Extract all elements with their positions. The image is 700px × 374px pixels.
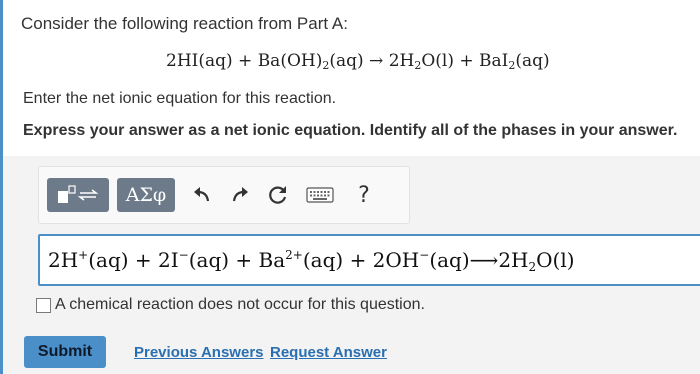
instruction-text: Enter the net ionic equation for this re… [23,90,337,107]
undo-button[interactable] [183,178,221,212]
express-instruction: Express your answer as a net ionic equat… [23,122,678,139]
template-button[interactable] [47,178,109,212]
equation-toolbar: ΑΣφ ? [38,166,410,224]
undo-icon [194,187,210,202]
no-reaction-option[interactable]: A chemical reaction does not occur for t… [36,296,425,314]
template-icon [58,185,99,203]
help-icon: ? [358,182,370,208]
redo-button[interactable] [221,178,259,212]
submit-button[interactable]: Submit [24,336,106,368]
greek-symbols-button[interactable]: ΑΣφ [117,178,175,212]
answer-equation: 2H+(aq) + 2I−(aq) + Ba2+(aq) + 2OH−(aq)⟶… [48,248,575,274]
question-panel: Consider the following reaction from Par… [0,0,700,156]
no-reaction-checkbox[interactable] [36,297,51,313]
reset-icon [269,186,287,204]
answer-input[interactable]: 2H+(aq) + 2I−(aq) + Ba2+(aq) + 2OH−(aq)⟶… [38,234,700,286]
redo-icon [232,187,248,202]
question-prompt: Consider the following reaction from Par… [21,14,348,33]
reset-button[interactable] [259,178,297,212]
no-reaction-label: A chemical reaction does not occur for t… [55,296,425,313]
previous-answers-link[interactable]: Previous Answers [134,344,264,361]
request-answer-link[interactable]: Request Answer [270,344,387,361]
keyboard-icon [306,187,334,203]
keyboard-button[interactable] [301,178,339,212]
help-button[interactable]: ? [345,178,383,212]
reaction-equation: 2HI(aq) + Ba(OH)2(aq) → 2H2O(l) + BaI2(a… [166,51,550,72]
